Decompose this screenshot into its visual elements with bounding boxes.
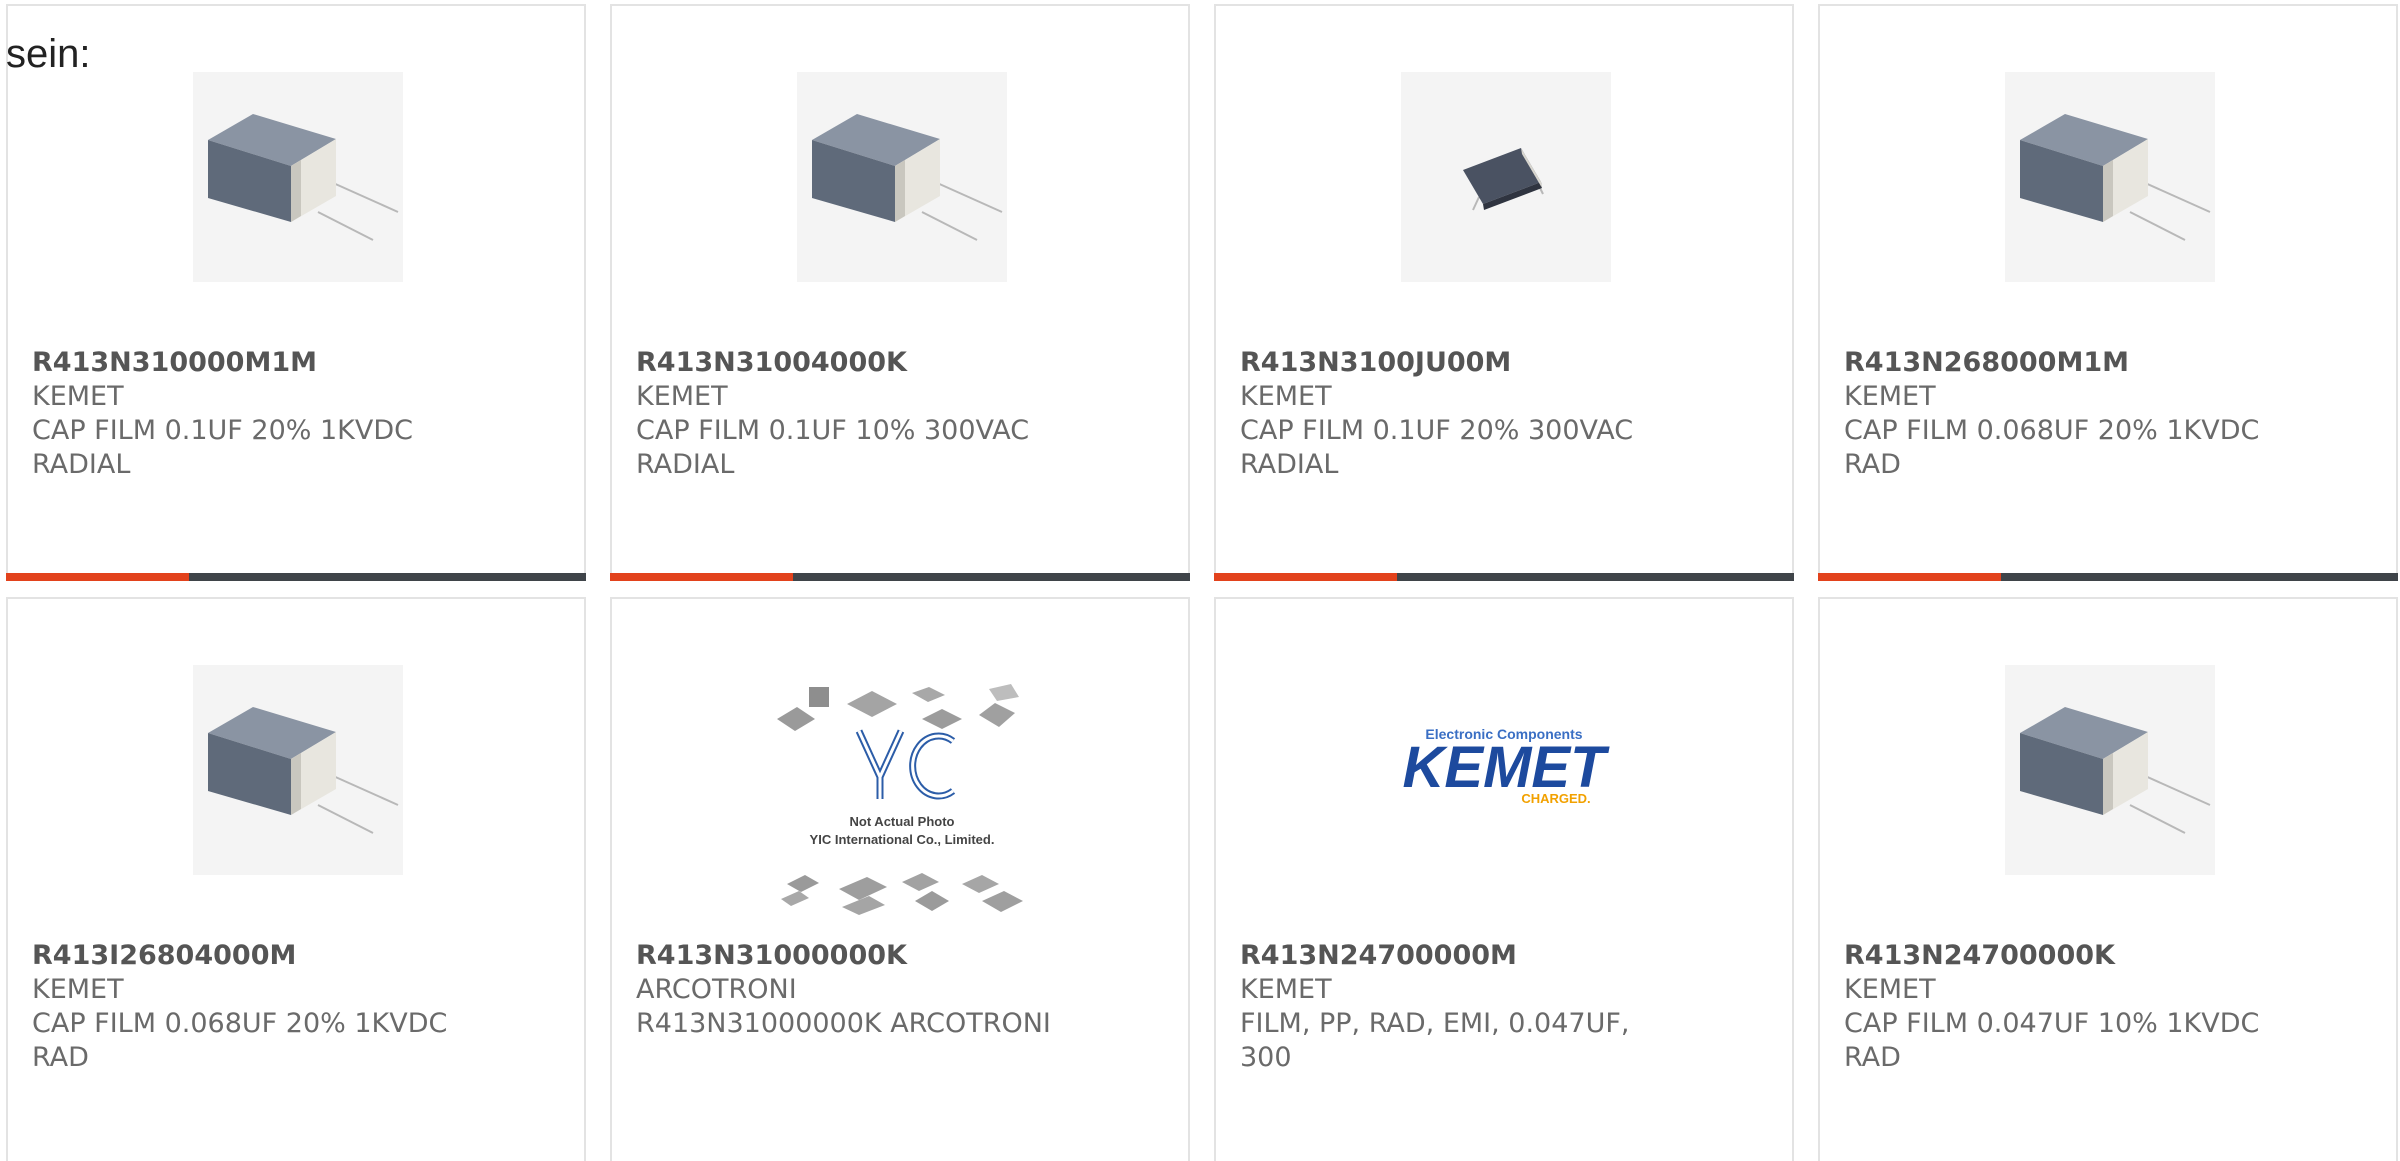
product-image[interactable] bbox=[2005, 72, 2215, 282]
product-details: R413N310000M1M KEMET CAP FILM 0.1UF 20% … bbox=[32, 346, 532, 482]
part-number[interactable]: R413N31004000K bbox=[636, 346, 1136, 380]
product-details: R413I26804000M KEMET CAP FILM 0.068UF 20… bbox=[32, 939, 532, 1075]
description-line: CAP FILM 0.1UF 10% 300VAC bbox=[636, 415, 1030, 446]
description-line: RADIAL bbox=[636, 449, 735, 480]
product-results-page: sein: R413N310000M1M KEMET CAP FILM 0.1U… bbox=[0, 0, 2400, 1161]
part-number[interactable]: R413N31000000K bbox=[636, 939, 1136, 973]
part-number[interactable]: R413N3100JU00M bbox=[1240, 346, 1740, 380]
product-card[interactable]: R413N24700000K KEMET CAP FILM 0.047UF 10… bbox=[1818, 597, 2398, 1161]
product-card[interactable]: R413N310000M1M KEMET CAP FILM 0.1UF 20% … bbox=[6, 4, 586, 581]
description-line: RAD bbox=[1844, 1042, 1901, 1073]
product-image[interactable] bbox=[193, 665, 403, 875]
card-footer-accent bbox=[6, 573, 189, 581]
card-footer-accent bbox=[1818, 573, 2001, 581]
product-card[interactable]: R413N31004000K KEMET CAP FILM 0.1UF 10% … bbox=[610, 4, 1190, 581]
product-image[interactable]: Not Actual Photo YIC International Co., … bbox=[767, 679, 1037, 929]
manufacturer: KEMET bbox=[1240, 974, 1332, 1005]
card-footer-bar bbox=[1818, 573, 2398, 581]
description-line: CAP FILM 0.1UF 20% 300VAC bbox=[1240, 415, 1634, 446]
description-line: CAP FILM 0.068UF 20% 1KVDC bbox=[1844, 415, 2260, 446]
manufacturer: KEMET bbox=[32, 974, 124, 1005]
product-details: R413N24700000M KEMET FILM, PP, RAD, EMI,… bbox=[1240, 939, 1740, 1075]
product-card[interactable]: R413N3100JU00M KEMET CAP FILM 0.1UF 20% … bbox=[1214, 4, 1794, 581]
description-line: R413N31000000K ARCOTRONI bbox=[636, 1008, 1051, 1039]
manufacturer: KEMET bbox=[636, 381, 728, 412]
description-line: CAP FILM 0.1UF 20% 1KVDC bbox=[32, 415, 414, 446]
manufacturer: KEMET bbox=[32, 381, 124, 412]
product-card[interactable]: R413N268000M1M KEMET CAP FILM 0.068UF 20… bbox=[1818, 4, 2398, 581]
product-details: R413N268000M1M KEMET CAP FILM 0.068UF 20… bbox=[1844, 346, 2344, 482]
card-footer-accent bbox=[610, 573, 793, 581]
part-number[interactable]: R413N24700000M bbox=[1240, 939, 1740, 973]
description-line: RADIAL bbox=[32, 449, 131, 480]
manufacturer: KEMET bbox=[1240, 381, 1332, 412]
product-details: R413N24700000K KEMET CAP FILM 0.047UF 10… bbox=[1844, 939, 2344, 1075]
part-number[interactable]: R413N310000M1M bbox=[32, 346, 532, 380]
product-image[interactable] bbox=[797, 72, 1007, 282]
part-number[interactable]: R413N24700000K bbox=[1844, 939, 2344, 973]
card-footer-accent bbox=[1214, 573, 1397, 581]
card-footer-bar bbox=[1214, 573, 1794, 581]
image-caption: YIC International Co., Limited. bbox=[810, 832, 995, 847]
product-card[interactable]: Not Actual Photo YIC International Co., … bbox=[610, 597, 1190, 1161]
product-card[interactable]: R413I26804000M KEMET CAP FILM 0.068UF 20… bbox=[6, 597, 586, 1161]
product-image[interactable] bbox=[2005, 665, 2215, 875]
product-grid: R413N310000M1M KEMET CAP FILM 0.1UF 20% … bbox=[6, 4, 2398, 1161]
part-number[interactable]: R413N268000M1M bbox=[1844, 346, 2344, 380]
manufacturer: ARCOTRONI bbox=[636, 974, 797, 1005]
intro-text: sein: bbox=[6, 32, 91, 76]
product-details: R413N31004000K KEMET CAP FILM 0.1UF 10% … bbox=[636, 346, 1136, 482]
manufacturer: KEMET bbox=[1844, 381, 1936, 412]
product-image[interactable] bbox=[1401, 72, 1611, 282]
logo-subline: CHARGED. bbox=[1521, 791, 1590, 806]
image-caption: Not Actual Photo bbox=[850, 814, 955, 829]
description-line: 300 bbox=[1240, 1042, 1292, 1073]
product-details: R413N3100JU00M KEMET CAP FILM 0.1UF 20% … bbox=[1240, 346, 1740, 482]
product-image[interactable] bbox=[193, 72, 403, 282]
description-line: RAD bbox=[1844, 449, 1901, 480]
product-card[interactable]: Electronic Components KEMET CHARGED. R41… bbox=[1214, 597, 1794, 1161]
description-line: RAD bbox=[32, 1042, 89, 1073]
description-line: CAP FILM 0.068UF 20% 1KVDC bbox=[32, 1008, 448, 1039]
card-footer-bar bbox=[6, 573, 586, 581]
description-line: CAP FILM 0.047UF 10% 1KVDC bbox=[1844, 1008, 2260, 1039]
description-line: FILM, PP, RAD, EMI, 0.047UF, bbox=[1240, 1008, 1630, 1039]
product-image[interactable]: Electronic Components KEMET CHARGED. bbox=[1396, 719, 1616, 819]
card-footer-bar bbox=[610, 573, 1190, 581]
product-details: R413N31000000K ARCOTRONI R413N31000000K … bbox=[636, 939, 1136, 1041]
description-line: RADIAL bbox=[1240, 449, 1339, 480]
manufacturer: KEMET bbox=[1844, 974, 1936, 1005]
part-number[interactable]: R413I26804000M bbox=[32, 939, 532, 973]
kemet-logo: Electronic Components KEMET CHARGED. bbox=[1403, 726, 1611, 806]
